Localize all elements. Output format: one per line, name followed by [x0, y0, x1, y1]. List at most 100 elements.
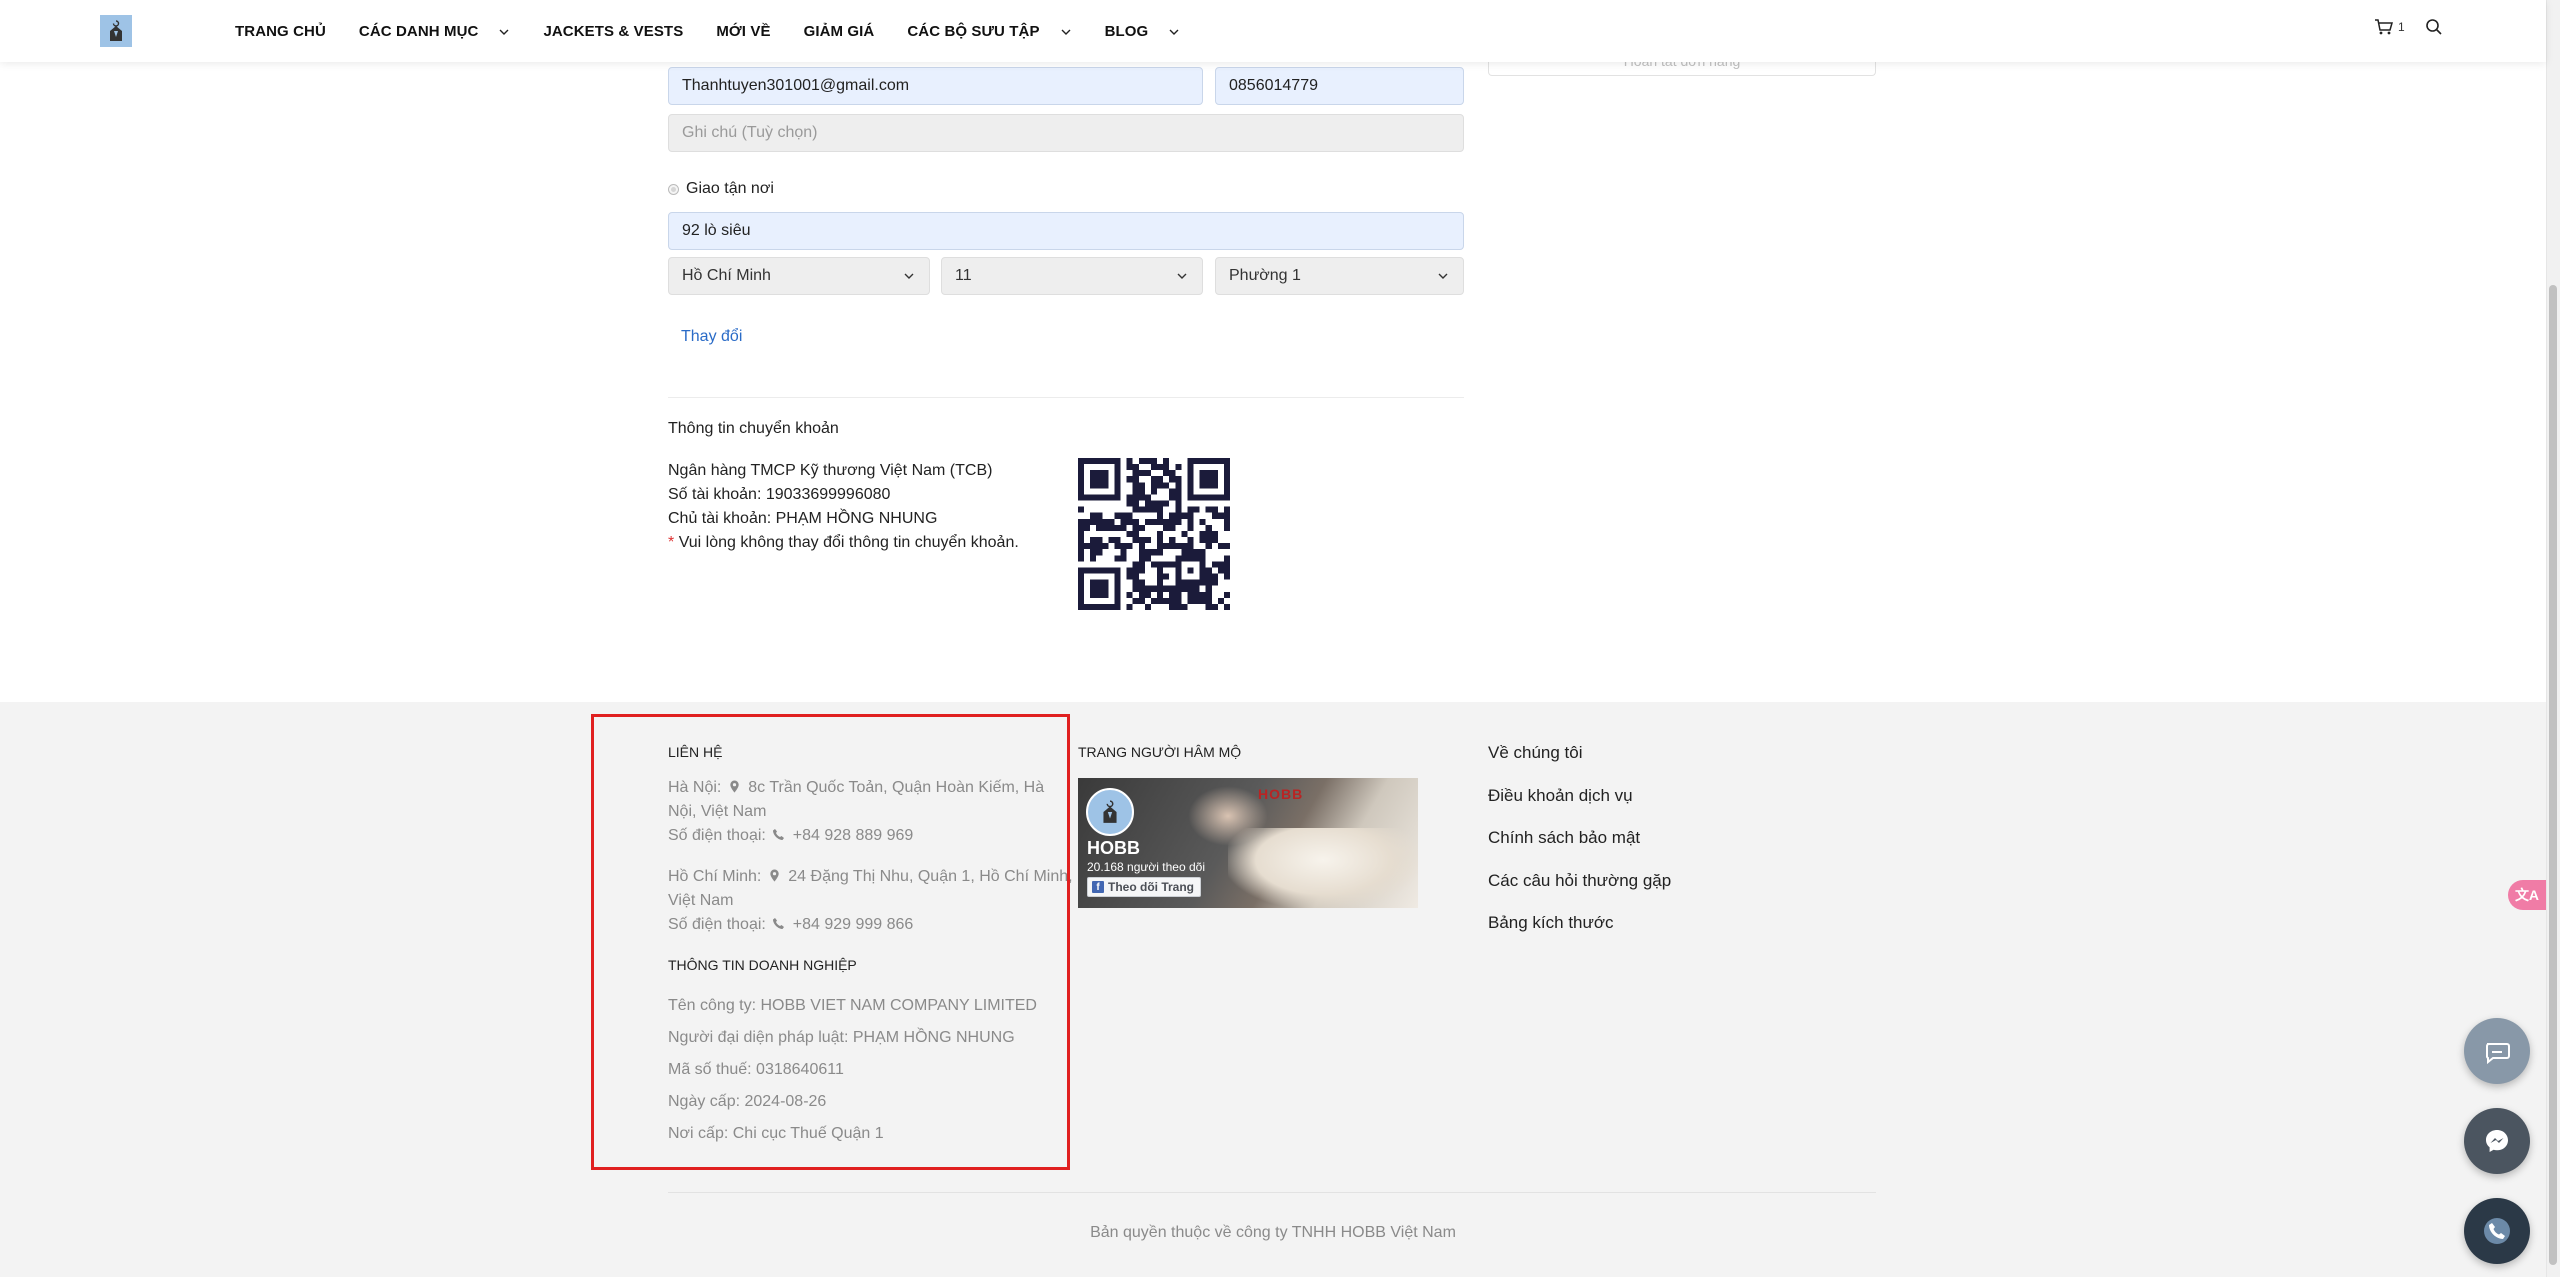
- hcm-phone-prefix: Số điện thoại:: [668, 916, 766, 933]
- nav-jackets-vests[interactable]: JACKETS & VESTS: [543, 23, 683, 40]
- cart-count: 1: [2398, 20, 2405, 34]
- ward-value: Phường 1: [1229, 267, 1301, 284]
- payment-qr-code: [1078, 458, 1230, 610]
- issue-date: Ngày cấp: 2024-08-26: [668, 1093, 827, 1110]
- phone-icon: [2484, 1218, 2510, 1244]
- hanoi-prefix: Hà Nội:: [668, 779, 722, 796]
- footer-link-about[interactable]: Về chúng tôi: [1488, 740, 1671, 783]
- fanpage-name[interactable]: HOBB: [1087, 838, 1140, 859]
- note-field[interactable]: Ghi chú (Tuỳ chọn): [668, 114, 1464, 152]
- email-value: Thanhtuyen301001@gmail.com: [682, 77, 910, 94]
- phone-value: 0856014779: [1229, 77, 1318, 94]
- hcm-prefix: Hồ Chí Minh:: [668, 868, 762, 885]
- legal-representative: Người đại diện pháp luật: PHẠM HỒNG NHUN…: [668, 1029, 1015, 1046]
- hcm-address: 24 Đặng Thị Nhu, Quận 1, Hồ Chí Minh,: [788, 868, 1073, 885]
- bank-info-title: Thông tin chuyển khoản: [668, 420, 839, 437]
- bank-account-number: Số tài khoản: 19033699996080: [668, 486, 891, 503]
- location-pin-icon: [768, 866, 781, 882]
- nav-blog[interactable]: BLOG: [1105, 23, 1181, 40]
- hcm-phone[interactable]: +84 929 999 866: [793, 916, 914, 933]
- district-value: 11: [955, 267, 972, 284]
- translate-button[interactable]: 文A: [2508, 880, 2546, 910]
- messenger-button[interactable]: [2464, 1108, 2530, 1174]
- site-header: TRANG CHỦ CÁC DANH MỤC JACKETS & VESTS M…: [0, 0, 2546, 62]
- address-value: 92 lò siêu: [682, 222, 751, 239]
- zalo-chat-button[interactable]: [2464, 1018, 2530, 1084]
- footer-link-privacy[interactable]: Chính sách bảo mật: [1488, 825, 1671, 868]
- location-pin-icon: [728, 777, 741, 793]
- header-actions: 1: [2374, 18, 2443, 36]
- note-placeholder: Ghi chú (Tuỳ chọn): [682, 124, 818, 141]
- footer-link-faq[interactable]: Các câu hỏi thường gặp: [1488, 868, 1671, 911]
- business-info: Tên công ty: HOBB VIET NAM COMPANY LIMIT…: [668, 990, 1037, 1150]
- fanpage-avatar[interactable]: [1086, 788, 1134, 836]
- chat-bubble-icon: [2485, 1043, 2510, 1065]
- bank-warning-text: Vui lòng không thay đổi thông tin chuyển…: [678, 534, 1019, 551]
- scrollbar-thumb[interactable]: [2549, 285, 2557, 1265]
- main-nav: TRANG CHỦ CÁC DANH MỤC JACKETS & VESTS M…: [235, 0, 1213, 62]
- chevron-down-icon: [498, 25, 510, 37]
- banner-brand-text: HOBB: [1258, 786, 1304, 802]
- chevron-down-icon: [904, 273, 914, 279]
- bank-warning: * Vui lòng không thay đổi thông tin chuy…: [668, 531, 1019, 555]
- chevron-down-icon: [1177, 273, 1187, 279]
- search-icon[interactable]: [2425, 18, 2443, 36]
- cart-icon: [2375, 19, 2393, 35]
- contact-hcm: Hồ Chí Minh: 24 Đặng Thị Nhu, Quận 1, Hồ…: [668, 865, 1073, 937]
- business-info-heading: THÔNG TIN DOANH NGHIỆP: [668, 957, 857, 973]
- hcm-address-2: Việt Nam: [668, 892, 734, 909]
- email-field[interactable]: Thanhtuyen301001@gmail.com: [668, 67, 1203, 105]
- change-address-link[interactable]: Thay đổi: [681, 328, 742, 346]
- chevron-down-icon: [1060, 25, 1072, 37]
- cart-button[interactable]: 1: [2374, 18, 2405, 36]
- delivery-option[interactable]: Giao tận nơi: [668, 180, 774, 198]
- tax-code: Mã số thuế: 0318640611: [668, 1061, 844, 1078]
- nav-cac-bo-suu-tap[interactable]: CÁC BỘ SƯU TẬP: [907, 23, 1071, 40]
- district-select[interactable]: 11: [941, 257, 1203, 295]
- footer-links: Về chúng tôi Điều khoản dịch vụ Chính sá…: [1488, 740, 1671, 953]
- footer-divider: [668, 1192, 1876, 1193]
- company-name: Tên công ty: HOBB VIET NAM COMPANY LIMIT…: [668, 997, 1037, 1014]
- delivery-label: Giao tận nơi: [686, 180, 774, 197]
- follow-page-button[interactable]: f Theo dõi Trang: [1087, 877, 1201, 897]
- messenger-icon: [2486, 1130, 2508, 1152]
- nav-trang-chu[interactable]: TRANG CHỦ: [235, 23, 326, 40]
- delivery-radio[interactable]: [668, 183, 679, 195]
- address-field[interactable]: 92 lò siêu: [668, 212, 1464, 250]
- hanger-logo-icon: [110, 20, 122, 41]
- bank-account-holder: Chủ tài khoản: PHẠM HỒNG NHUNG: [668, 510, 938, 527]
- contact-heading: LIÊN HỆ: [668, 744, 723, 760]
- nav-giam-gia[interactable]: GIẢM GIÁ: [804, 23, 875, 40]
- contact-hanoi: Hà Nội: 8c Trần Quốc Toản, Quận Hoàn Kiế…: [668, 776, 1044, 848]
- nav-cac-danh-muc[interactable]: CÁC DANH MỤC: [359, 23, 511, 40]
- bank-name: Ngân hàng TMCP Kỹ thương Việt Nam (TCB): [668, 462, 993, 479]
- hanoi-address-2: Nội, Việt Nam: [668, 803, 767, 820]
- required-star: *: [668, 534, 675, 551]
- phone-icon: [772, 825, 785, 840]
- ward-select[interactable]: Phường 1: [1215, 257, 1464, 295]
- footer-link-terms[interactable]: Điều khoản dịch vụ: [1488, 783, 1671, 826]
- footer-link-size-chart[interactable]: Bảng kích thước: [1488, 910, 1671, 953]
- nav-moi-ve[interactable]: MỚI VỀ: [716, 23, 770, 40]
- banner-dress: [1228, 828, 1418, 908]
- copyright-text: Bản quyền thuộc về công ty TNHH HOBB Việ…: [1090, 1224, 1456, 1241]
- province-select[interactable]: Hồ Chí Minh: [668, 257, 930, 295]
- facebook-page-widget[interactable]: HOBB HOBB 20.168 người theo dõi f Theo d…: [1078, 778, 1418, 908]
- province-value: Hồ Chí Minh: [682, 267, 771, 284]
- phone-field[interactable]: 0856014779: [1215, 67, 1464, 105]
- fanpage-heading: TRANG NGƯỜI HÂM MỘ: [1078, 744, 1242, 760]
- translate-icon: 文A: [2514, 887, 2540, 903]
- chevron-down-icon: [1168, 25, 1180, 37]
- call-button[interactable]: [2464, 1198, 2530, 1264]
- fanpage-followers: 20.168 người theo dõi: [1087, 860, 1205, 874]
- phone-icon: [772, 914, 785, 929]
- facebook-icon: f: [1092, 881, 1104, 893]
- hanoi-phone-prefix: Số điện thoại:: [668, 827, 766, 844]
- hanoi-address: 8c Trần Quốc Toản, Quận Hoàn Kiếm, Hà: [748, 779, 1045, 796]
- site-logo[interactable]: [100, 15, 132, 47]
- issue-place: Nơi cấp: Chi cục Thuế Quận 1: [668, 1125, 884, 1142]
- hanoi-phone[interactable]: +84 928 889 969: [793, 827, 914, 844]
- bank-info-details: Ngân hàng TMCP Kỹ thương Việt Nam (TCB) …: [668, 459, 1019, 555]
- hanger-logo-icon: [1103, 800, 1117, 823]
- section-divider: [668, 397, 1464, 398]
